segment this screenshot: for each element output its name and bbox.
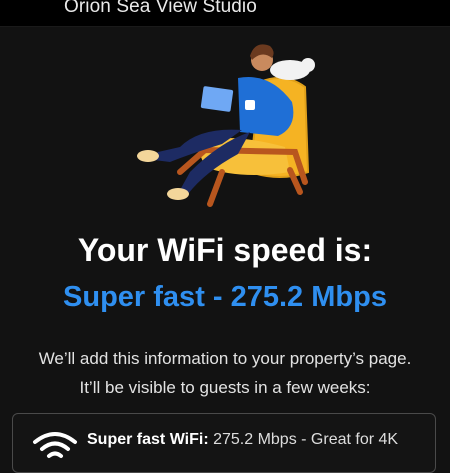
wifi-summary-label: Super fast WiFi: <box>87 431 209 448</box>
wifi-summary-text: Super fast WiFi: 275.2 Mbps - Great for … <box>87 431 398 449</box>
speed-heading: Your WiFi speed is: <box>77 232 373 268</box>
wifi-icon <box>33 432 77 458</box>
info-text: We’ll add this information to your prope… <box>0 344 450 402</box>
speed-result: Super fast - 275.2 Mbps <box>63 281 387 313</box>
info-line-2: It’ll be visible to guests in a few week… <box>79 378 371 397</box>
info-line-1: We’ll add this information to your prope… <box>38 349 412 368</box>
wifi-summary-detail: 275.2 Mbps - Great for 4K <box>208 431 399 448</box>
property-title: Orion Sea View Studio <box>64 0 257 17</box>
wifi-summary-card: Super fast WiFi: 275.2 Mbps - Great for … <box>12 413 436 473</box>
person-on-chair-illustration <box>137 44 315 207</box>
header-bar: Orion Sea View Studio <box>0 0 450 27</box>
